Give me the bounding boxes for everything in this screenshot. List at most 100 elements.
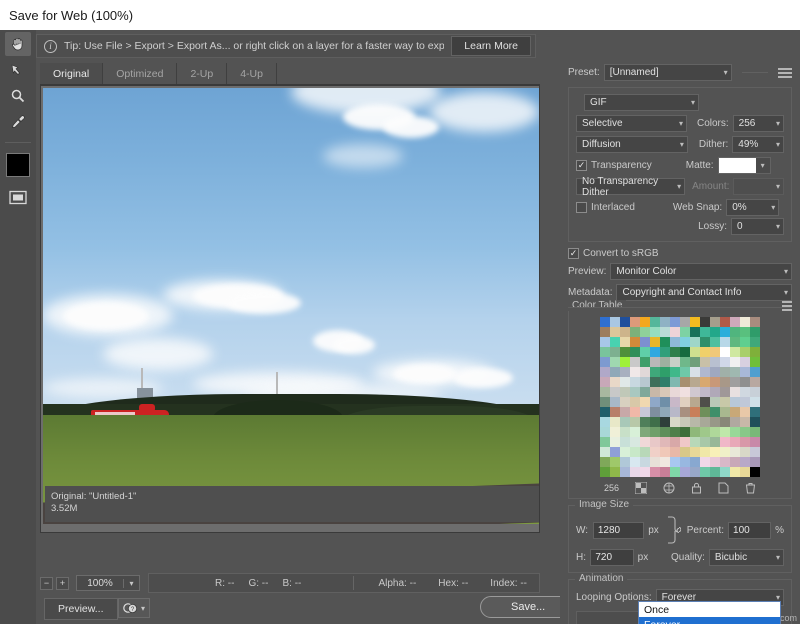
color-swatch[interactable] — [720, 457, 730, 467]
color-swatch[interactable] — [600, 327, 610, 337]
color-swatch[interactable] — [740, 357, 750, 367]
color-swatch[interactable] — [710, 337, 720, 347]
color-swatch[interactable] — [680, 317, 690, 327]
color-swatch[interactable] — [680, 417, 690, 427]
color-swatch[interactable] — [680, 467, 690, 477]
color-swatch[interactable] — [640, 367, 650, 377]
color-table-panel-menu-icon[interactable] — [778, 301, 792, 311]
color-swatch[interactable] — [710, 327, 720, 337]
color-swatch[interactable] — [690, 417, 700, 427]
color-swatch[interactable] — [690, 407, 700, 417]
color-swatch[interactable] — [670, 407, 680, 417]
color-swatch[interactable] — [640, 427, 650, 437]
color-preview-select[interactable]: Monitor Color ▾ — [610, 263, 792, 280]
color-swatch[interactable] — [720, 347, 730, 357]
color-swatch[interactable] — [730, 327, 740, 337]
color-swatch[interactable] — [630, 437, 640, 447]
web-snap-select[interactable]: 0% ▾ — [726, 199, 779, 216]
metadata-select[interactable]: Copyright and Contact Info ▾ — [616, 284, 792, 301]
color-swatch[interactable] — [710, 417, 720, 427]
color-swatch[interactable] — [730, 467, 740, 477]
color-swatch[interactable] — [620, 347, 630, 357]
color-swatch[interactable] — [660, 377, 670, 387]
color-swatch[interactable] — [610, 397, 620, 407]
color-swatch[interactable] — [650, 447, 660, 457]
color-swatch[interactable] — [610, 347, 620, 357]
color-swatch[interactable] — [650, 357, 660, 367]
color-swatch[interactable] — [680, 377, 690, 387]
color-swatch[interactable] — [650, 467, 660, 477]
color-swatch[interactable] — [650, 337, 660, 347]
color-swatch[interactable] — [620, 457, 630, 467]
color-swatch[interactable] — [680, 397, 690, 407]
color-swatch[interactable] — [730, 397, 740, 407]
color-swatch[interactable] — [700, 377, 710, 387]
color-swatch[interactable] — [720, 317, 730, 327]
color-swatch[interactable] — [680, 367, 690, 377]
color-swatch[interactable] — [690, 317, 700, 327]
color-swatch[interactable] — [750, 447, 760, 457]
color-swatch[interactable] — [740, 467, 750, 477]
color-swatch[interactable] — [640, 417, 650, 427]
color-swatch[interactable] — [640, 397, 650, 407]
lossy-select[interactable]: 0 ▾ — [731, 218, 784, 235]
color-swatch[interactable] — [690, 337, 700, 347]
color-swatch[interactable] — [660, 397, 670, 407]
color-swatch[interactable] — [610, 337, 620, 347]
color-swatch[interactable] — [670, 397, 680, 407]
preset-panel-menu-icon[interactable] — [778, 68, 792, 78]
color-swatch[interactable] — [740, 397, 750, 407]
color-swatch[interactable] — [610, 417, 620, 427]
color-swatch[interactable] — [630, 457, 640, 467]
color-swatch[interactable] — [710, 317, 720, 327]
color-swatch[interactable] — [660, 417, 670, 427]
color-swatch[interactable] — [670, 427, 680, 437]
eyedropper-tool[interactable] — [5, 110, 31, 134]
color-swatch[interactable] — [610, 377, 620, 387]
color-swatch[interactable] — [750, 407, 760, 417]
color-swatch[interactable] — [720, 337, 730, 347]
color-swatch[interactable] — [700, 397, 710, 407]
color-swatch[interactable] — [700, 417, 710, 427]
color-swatch[interactable] — [610, 427, 620, 437]
color-swatch[interactable] — [740, 347, 750, 357]
color-swatch[interactable] — [670, 357, 680, 367]
color-swatch[interactable] — [710, 457, 720, 467]
color-swatch[interactable] — [730, 347, 740, 357]
dropdown-item-once[interactable]: Once — [639, 602, 780, 617]
color-swatch[interactable] — [730, 447, 740, 457]
color-swatch[interactable] — [640, 407, 650, 417]
color-swatch[interactable] — [640, 437, 650, 447]
color-swatch[interactable] — [680, 457, 690, 467]
color-swatch[interactable] — [750, 417, 760, 427]
color-swatch[interactable] — [740, 377, 750, 387]
color-swatch[interactable] — [700, 347, 710, 357]
hand-tool[interactable] — [5, 32, 31, 56]
color-swatch[interactable] — [610, 387, 620, 397]
color-swatch[interactable] — [630, 447, 640, 457]
convert-srgb-checkbox[interactable]: ✓ — [568, 248, 579, 259]
color-swatch[interactable] — [640, 457, 650, 467]
color-swatch[interactable] — [720, 387, 730, 397]
color-swatch[interactable] — [600, 347, 610, 357]
color-swatch[interactable] — [660, 467, 670, 477]
color-swatch[interactable] — [640, 357, 650, 367]
color-swatch[interactable] — [740, 317, 750, 327]
color-swatch[interactable] — [670, 367, 680, 377]
color-swatch[interactable] — [740, 417, 750, 427]
color-swatch[interactable] — [720, 417, 730, 427]
color-swatch[interactable] — [680, 427, 690, 437]
color-swatch[interactable] — [640, 377, 650, 387]
color-swatch[interactable] — [690, 457, 700, 467]
color-swatch[interactable] — [730, 317, 740, 327]
tab-original[interactable]: Original — [40, 63, 103, 84]
web-shift-icon[interactable] — [663, 482, 675, 494]
color-swatch[interactable] — [610, 437, 620, 447]
color-swatch[interactable] — [660, 367, 670, 377]
color-swatch[interactable] — [710, 357, 720, 367]
color-swatch[interactable] — [600, 397, 610, 407]
color-swatch[interactable] — [630, 337, 640, 347]
color-swatch[interactable] — [680, 357, 690, 367]
color-swatch[interactable] — [710, 447, 720, 457]
color-swatch[interactable] — [640, 317, 650, 327]
